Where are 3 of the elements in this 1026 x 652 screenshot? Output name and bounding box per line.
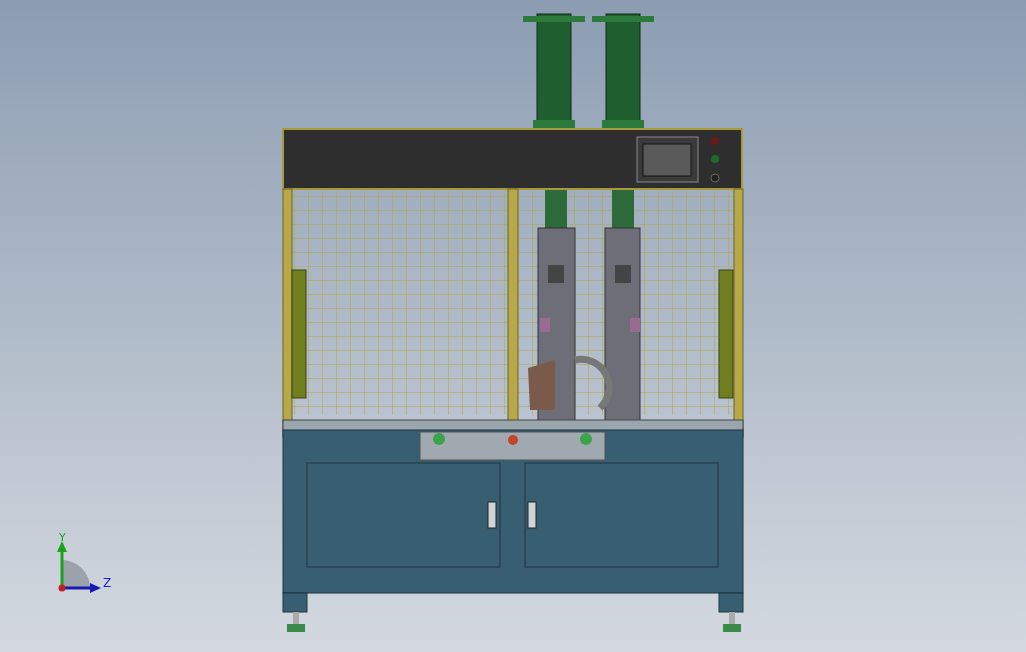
y-axis-label: Y	[59, 531, 66, 544]
z-axis-label: Z	[103, 576, 112, 590]
axis-triad-icon	[57, 541, 101, 593]
